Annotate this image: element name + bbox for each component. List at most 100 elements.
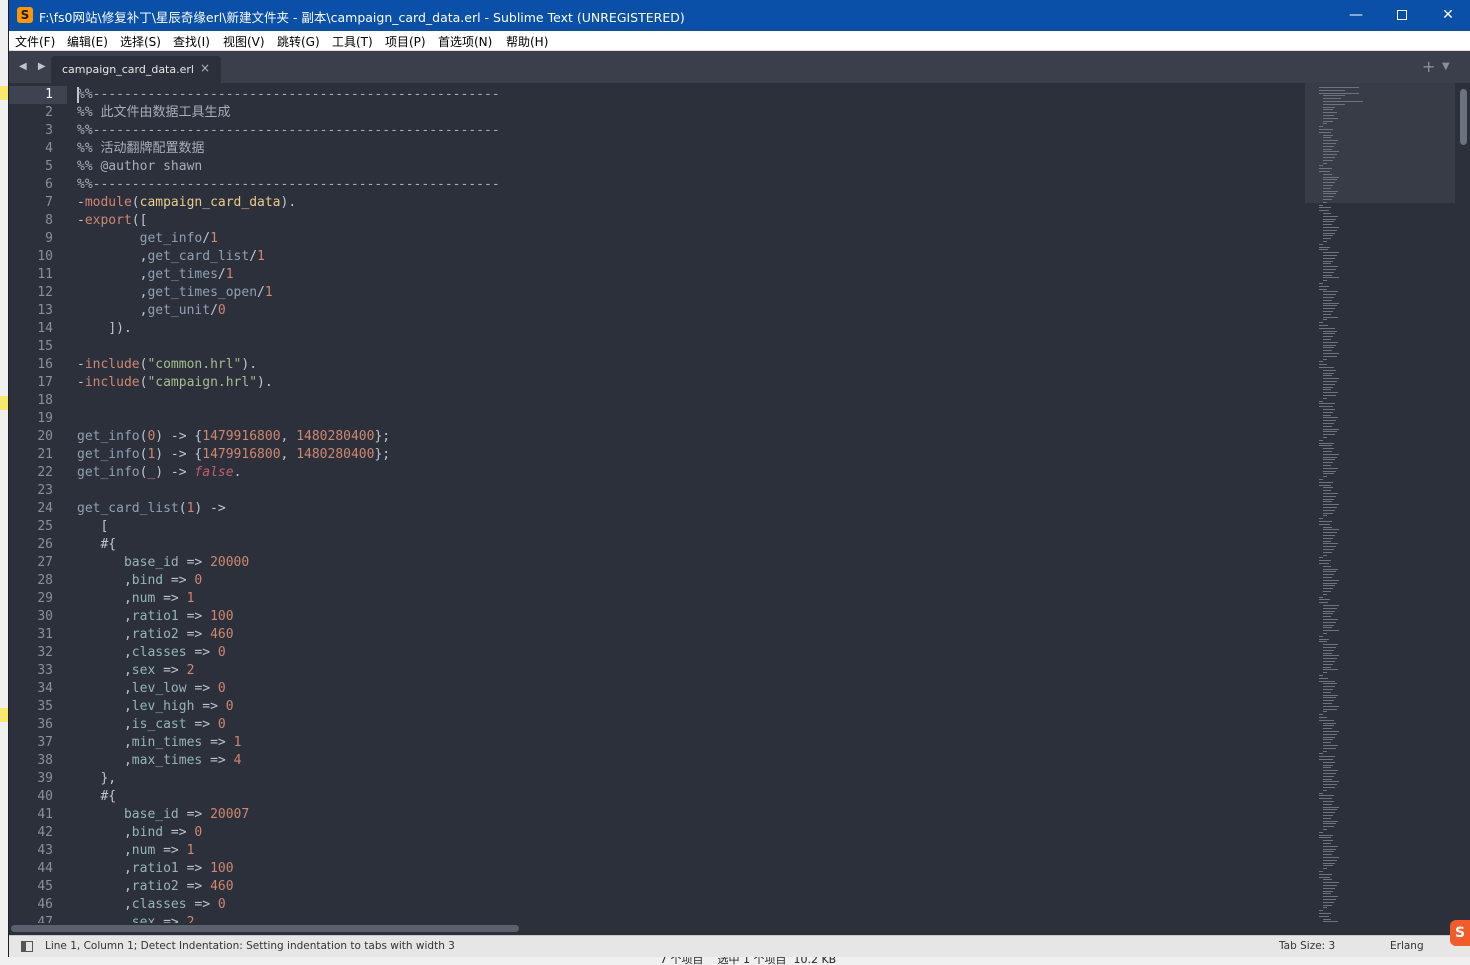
minimap-line [1323, 271, 1334, 273]
code-line: %%--------------------------------------… [77, 122, 500, 140]
tab-size-selector[interactable]: Tab Size: 3 [1279, 940, 1335, 952]
code-token: => [155, 591, 187, 606]
desktop-file-marker [0, 396, 8, 410]
minimap-line [1323, 691, 1331, 693]
code-line: get_card_list(1) -> [77, 500, 226, 518]
menu-edit[interactable]: 编辑(E) [67, 33, 108, 50]
code-token: , [77, 699, 132, 714]
minimap-line [1323, 644, 1338, 646]
minimap-line [1323, 722, 1336, 724]
code-token: is_cast [131, 717, 187, 732]
minimap-line [1323, 308, 1335, 310]
code-token: , [280, 447, 297, 462]
menu-view[interactable]: 视图(V) [223, 33, 265, 50]
tab-list-dropdown-icon[interactable]: ▼ [1442, 61, 1450, 72]
line-number: 20 [37, 429, 53, 444]
minimap-line [1319, 285, 1329, 287]
minimap-line [1323, 235, 1333, 237]
tab-close-icon[interactable]: × [200, 61, 210, 75]
minimap-line [1323, 829, 1327, 830]
minimap-line [1323, 358, 1327, 360]
code-line: ,sex => 2 [77, 914, 194, 923]
horizontal-scrollbar-thumb[interactable] [11, 925, 519, 932]
code-token: / [210, 303, 218, 318]
line-number: 7 [45, 195, 53, 210]
window-title: F:\fs0网站\修复补丁\星辰奇缘erl\新建文件夹 - 副本\campaig… [39, 10, 685, 25]
input-method-icon[interactable]: S [1450, 920, 1470, 946]
minimap-line [1319, 484, 1331, 486]
line-number: 47 [37, 915, 53, 923]
code-line: ,lev_high => 0 [77, 698, 234, 716]
minimap-line [1323, 815, 1333, 816]
code-token: min_times [131, 735, 203, 750]
menu-project[interactable]: 项目(P) [385, 33, 426, 50]
line-number: 14 [37, 321, 53, 336]
minimap-line [1323, 857, 1339, 858]
code-editor[interactable]: 1 2 3 4 5 6 7 8 9 10 11 12 13 14 15 16 17 18 19 20 21 22 23 24 2… [9, 83, 1470, 923]
code-token: %%--------------------------------------… [77, 87, 500, 102]
minimap-line [1323, 647, 1336, 648]
title-bar[interactable]: S F:\fs0网站\修复补丁\星辰奇缘erl\新建文件夹 - 副本\campa… [9, 0, 1470, 31]
menu-file[interactable]: 文件(F) [15, 33, 55, 50]
vertical-scrollbar[interactable] [1457, 83, 1470, 923]
vertical-scrollbar-thumb[interactable] [1460, 89, 1467, 145]
tab-campaign-card-data[interactable]: campaign_card_data.erl × [51, 56, 221, 83]
minimap-line [1323, 375, 1332, 377]
minimap-line [1323, 649, 1334, 651]
syntax-selector[interactable]: Erlang [1390, 940, 1424, 952]
code-token: 2 [186, 663, 195, 678]
minimap-line [1319, 563, 1329, 564]
horizontal-scrollbar[interactable] [9, 923, 1470, 935]
minimap-line [1323, 395, 1336, 396]
minimap-line [1323, 607, 1337, 609]
minimap-line [1323, 568, 1338, 570]
code-token: , [77, 735, 132, 750]
code-token: 1 [210, 231, 218, 246]
panel-toggle-icon[interactable] [21, 941, 33, 952]
minimap-line [1319, 602, 1328, 604]
code-token: , [77, 915, 132, 923]
code-line: ,is_cast => 0 [77, 716, 226, 734]
minimize-button[interactable]: — [1333, 0, 1379, 31]
minimap-line [1323, 187, 1331, 189]
code-token: 1 [233, 735, 242, 750]
code-token: bind [131, 825, 164, 840]
tab-nav-arrows-icon[interactable]: ◀ ▶ [19, 61, 50, 72]
menu-help[interactable]: 帮助(H) [506, 33, 548, 50]
minimap-line [1323, 414, 1331, 416]
menu-preferences[interactable]: 首选项(N) [438, 33, 492, 50]
minimap-line [1323, 451, 1332, 452]
status-bar: Line 1, Column 1; Detect Indentation: Se… [9, 935, 1470, 957]
minimap-line [1319, 322, 1323, 324]
code-token: , [77, 879, 132, 894]
code-line: %% 此文件由数据工具生成 [77, 104, 230, 122]
new-tab-icon[interactable]: + [1422, 57, 1435, 76]
close-button[interactable]: ✕ [1425, 0, 1470, 31]
menu-tools[interactable]: 工具(T) [332, 33, 373, 50]
minimap-line [1323, 145, 1334, 147]
code-token: , [77, 609, 132, 624]
code-token: 0 [194, 825, 203, 840]
code-token: => [186, 681, 218, 696]
minimap-line [1323, 764, 1333, 766]
minimap-line [1323, 705, 1339, 707]
code-token: 0 [217, 717, 226, 732]
line-number: 15 [37, 339, 53, 354]
code-token: 1 [264, 285, 273, 300]
code-line: ,lev_low => 0 [77, 680, 226, 698]
menu-goto[interactable]: 跳转(G) [277, 33, 320, 50]
minimap-line [1323, 148, 1332, 150]
minimap-line [1323, 294, 1336, 296]
maximize-button[interactable] [1379, 0, 1425, 31]
minimap-line [1323, 546, 1336, 548]
menu-selection[interactable]: 选择(S) [120, 33, 161, 50]
minimap-line [1323, 199, 1332, 200]
minimap-line [1323, 733, 1337, 735]
minimap-line [1323, 123, 1327, 125]
code-token: , [77, 897, 132, 912]
code-token: "campaign.hrl" [147, 375, 258, 390]
menu-find[interactable]: 查找(I) [173, 33, 210, 50]
minimap-line [1319, 283, 1323, 284]
minimap[interactable] [1305, 83, 1455, 923]
